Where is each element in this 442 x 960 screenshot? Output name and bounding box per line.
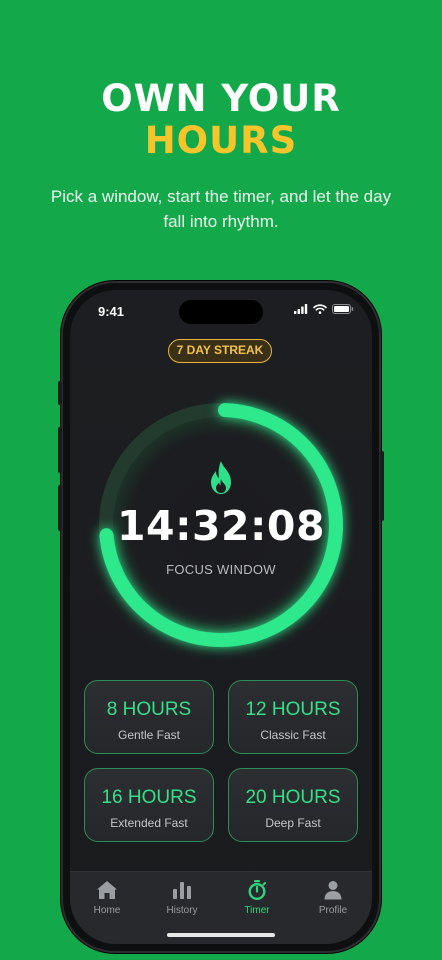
battery-icon <box>332 304 354 314</box>
app-screen: 9:41 7 DAY STREAK 14:32:08 FOCUS WINDOW … <box>70 290 372 944</box>
phone-volume-down <box>58 485 62 531</box>
plan-name: 20 HOURS <box>245 787 341 808</box>
plan-card-8-hours[interactable]: 8 HOURS Gentle Fast <box>84 680 214 754</box>
plan-card-12-hours[interactable]: 12 HOURS Classic Fast <box>228 680 358 754</box>
plan-description: Extended Fast <box>110 816 188 830</box>
home-icon <box>97 881 117 899</box>
hero-title-line1: OWN YOUR <box>101 77 341 120</box>
phone-volume-up <box>58 427 62 473</box>
phone-frame: 9:41 7 DAY STREAK 14:32:08 FOCUS WINDOW … <box>58 281 384 953</box>
plan-card-16-hours[interactable]: 16 HOURS Extended Fast <box>84 768 214 842</box>
streak-badge: 7 DAY STREAK <box>168 339 272 363</box>
flame-icon <box>205 460 237 496</box>
tab-history[interactable]: History <box>147 880 217 916</box>
phone-mute-switch <box>58 381 62 405</box>
tab-label: History <box>166 905 198 916</box>
plan-card-20-hours[interactable]: 20 HOURS Deep Fast <box>228 768 358 842</box>
hero-subtitle: Pick a window, start the timer, and let … <box>50 187 392 231</box>
dynamic-island <box>179 300 263 324</box>
timer-label: FOCUS WINDOW <box>166 562 276 577</box>
signal-icon <box>294 304 308 314</box>
phone-power-button <box>380 451 384 521</box>
plan-description: Classic Fast <box>260 728 326 742</box>
wifi-icon <box>313 304 327 314</box>
status-icons <box>294 304 354 314</box>
stopwatch-icon <box>248 880 266 900</box>
tab-timer[interactable]: Timer <box>222 880 292 916</box>
status-time: 9:41 <box>98 304 125 319</box>
tab-profile[interactable]: Profile <box>298 880 368 916</box>
person-icon <box>324 881 342 900</box>
tab-label: Timer <box>244 905 270 916</box>
tab-label: Profile <box>318 905 348 916</box>
tab-bar: Home History Timer Profile <box>70 871 372 944</box>
tab-home[interactable]: Home <box>72 880 142 916</box>
plan-name: 16 HOURS <box>101 787 197 808</box>
home-indicator <box>167 933 275 937</box>
plan-description: Gentle Fast <box>117 728 181 742</box>
plan-name: 8 HOURS <box>106 699 192 720</box>
plan-description: Deep Fast <box>265 816 321 830</box>
timer-countdown: 14:32:08 <box>117 502 325 550</box>
hero-title-line2: HOURS <box>144 119 298 162</box>
plan-name: 12 HOURS <box>245 699 341 720</box>
tab-label: Home <box>93 905 121 916</box>
bar-chart-icon <box>173 882 191 899</box>
